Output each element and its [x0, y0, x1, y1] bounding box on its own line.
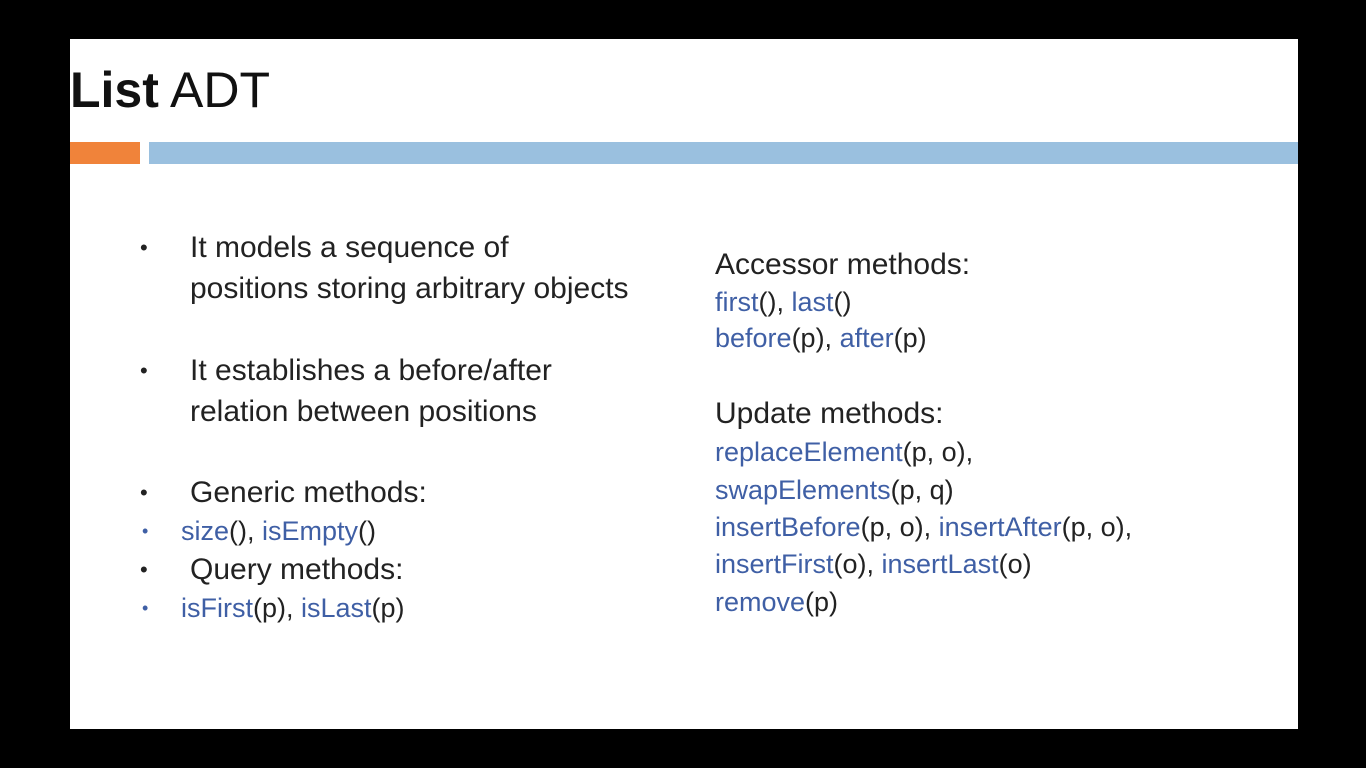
- update-methods-line4: insertFirst(o), insertLast(o): [715, 546, 1032, 582]
- args: (p, o),: [902, 437, 974, 467]
- args: (p, o),: [1061, 512, 1133, 542]
- args: (): [833, 287, 852, 317]
- sub-bullet-dot: •: [142, 521, 149, 541]
- args: (o): [998, 549, 1032, 579]
- bullet-dot: •: [140, 480, 148, 505]
- generic-methods-text: size(), isEmpty(): [181, 513, 376, 549]
- bullet-text: It establishes a before/after relation b…: [190, 350, 552, 432]
- method-islast: isLast: [301, 593, 372, 623]
- bullet-dot: •: [140, 557, 148, 582]
- title-accent-bar-orange: [70, 142, 140, 164]
- bullet-sequence-line1: It models a sequence of: [190, 231, 509, 264]
- title-accent-bar-blue: [149, 142, 1298, 164]
- bullet-relation-line2: relation between positions: [190, 395, 537, 428]
- method-isempty: isEmpty: [262, 516, 359, 546]
- method-swapelements: swapElements: [715, 475, 891, 505]
- method-last: last: [791, 287, 834, 317]
- bullet-dot: •: [140, 358, 148, 383]
- args: (),: [229, 516, 263, 546]
- method-remove: remove: [715, 587, 806, 617]
- accessor-methods-line1: first(), last(): [715, 284, 852, 320]
- method-insertfirst: insertFirst: [715, 549, 834, 579]
- title-rest: ADT: [158, 62, 271, 118]
- query-methods-text: isFirst(p), isLast(p): [181, 590, 405, 626]
- method-insertbefore: insertBefore: [715, 512, 861, 542]
- sub-bullet-dot: •: [142, 598, 149, 618]
- accessor-methods-line2: before(p), after(p): [715, 320, 927, 356]
- accessor-methods-label: Accessor methods:: [715, 248, 971, 281]
- method-replaceelement: replaceElement: [715, 437, 903, 467]
- generic-methods-label: Generic methods:: [190, 476, 427, 509]
- args: (o),: [833, 549, 882, 579]
- query-methods-label: Query methods:: [190, 553, 404, 586]
- method-after: after: [839, 323, 894, 353]
- update-methods-line2: swapElements(p, q): [715, 472, 954, 508]
- args: (p),: [791, 323, 840, 353]
- args: (): [358, 516, 377, 546]
- slide: List ADT • It models a sequence of posit…: [70, 39, 1298, 729]
- args: (p, q): [890, 475, 954, 505]
- args: (p): [893, 323, 927, 353]
- bullet-sequence-line2: positions storing arbitrary objects: [190, 272, 629, 305]
- method-first: first: [715, 287, 759, 317]
- bullet-relation-line1: It establishes a before/after: [190, 354, 552, 387]
- args: (p, o),: [860, 512, 939, 542]
- args: (p): [371, 593, 405, 623]
- update-methods-line1: replaceElement(p, o),: [715, 434, 973, 470]
- method-insertafter: insertAfter: [938, 512, 1062, 542]
- update-methods-label: Update methods:: [715, 397, 944, 430]
- method-before: before: [715, 323, 792, 353]
- update-methods-line5: remove(p): [715, 584, 838, 620]
- args: (p): [805, 587, 839, 617]
- args: (),: [758, 287, 792, 317]
- update-methods-line3: insertBefore(p, o), insertAfter(p, o),: [715, 509, 1132, 545]
- method-insertlast: insertLast: [881, 549, 999, 579]
- args: (p),: [252, 593, 301, 623]
- bullet-dot: •: [140, 235, 148, 260]
- method-isfirst: isFirst: [181, 593, 253, 623]
- bullet-text: It models a sequence of positions storin…: [190, 227, 629, 309]
- method-size: size: [181, 516, 230, 546]
- title-bold: List: [70, 62, 159, 118]
- slide-title: List ADT: [70, 61, 270, 119]
